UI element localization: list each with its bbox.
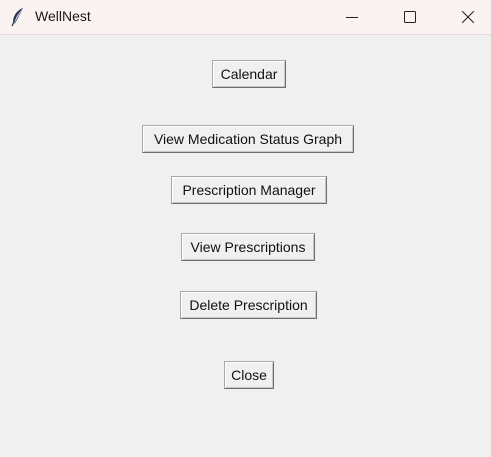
view-medication-status-graph-button[interactable]: View Medication Status Graph: [142, 125, 354, 153]
close-window-button[interactable]: [445, 0, 491, 34]
view-prescriptions-button[interactable]: View Prescriptions: [181, 233, 315, 261]
app-window: WellNest Calendar View Medication Status…: [0, 0, 491, 457]
delete-prescription-button[interactable]: Delete Prescription: [180, 291, 317, 319]
title-bar[interactable]: WellNest: [0, 0, 491, 35]
prescription-manager-button[interactable]: Prescription Manager: [171, 176, 327, 204]
maximize-icon: [404, 11, 416, 23]
minimize-button[interactable]: [329, 0, 375, 34]
window-title: WellNest: [35, 8, 91, 24]
calendar-button[interactable]: Calendar: [212, 60, 286, 88]
maximize-button[interactable]: [387, 0, 433, 34]
close-icon: [462, 11, 474, 23]
feather-icon: [10, 7, 26, 27]
close-button[interactable]: Close: [224, 361, 274, 389]
minimize-icon: [346, 11, 358, 23]
